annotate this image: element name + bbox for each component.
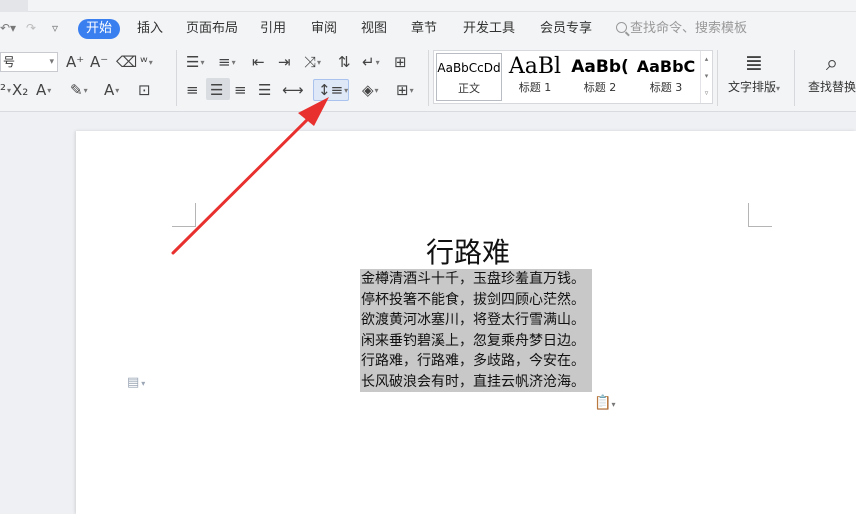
margin-corner-top-right (748, 203, 772, 227)
phonetic-guide-icon[interactable]: ʷ▾ (140, 53, 153, 72)
distributed-icon[interactable]: ⟷ (282, 81, 304, 99)
bullet-list-icon[interactable]: ☰▾ (186, 53, 204, 72)
tab-page-layout[interactable]: 页面布局 (186, 19, 238, 39)
tab-home[interactable]: 开始 (78, 19, 121, 39)
align-center-icon[interactable]: ☰ (210, 81, 223, 99)
poem-line: 欲渡黄河冰塞川，将登太行雪满山。 (361, 312, 585, 328)
justify-icon[interactable]: ☰ (258, 81, 271, 99)
align-left-icon[interactable]: ≡ (186, 81, 199, 99)
poem-line: 停杯投箸不能食，拔剑四顾心茫然。 (361, 291, 585, 308)
text-layout-icon: ≣ (744, 51, 764, 76)
text-layout-label: 文字排版 (728, 80, 777, 94)
ribbon-separator (794, 50, 795, 106)
table-icon[interactable]: ⊞ (394, 53, 407, 71)
decrease-indent-icon[interactable]: ⇤ (252, 53, 265, 71)
style-preview: AaBbC (636, 57, 696, 76)
tab-references[interactable]: 引用 (260, 19, 286, 39)
poem-line: 金樽清酒斗十千，玉盘珍羞直万钱。 (361, 271, 585, 287)
find-icon: ⌕ (825, 51, 839, 76)
shading-icon[interactable]: ◈▾ (362, 81, 379, 100)
document-outline-icon[interactable]: ▤ ▾ (127, 375, 145, 390)
styles-scroll[interactable]: ▴ ▾ ▿ (700, 51, 712, 103)
redo-icon[interactable]: ↷ (26, 21, 36, 35)
font-color-icon[interactable]: A▾ (104, 81, 119, 100)
sort-icon[interactable]: ⇅ (338, 53, 351, 71)
increase-indent-icon[interactable]: ⇥ (278, 53, 291, 71)
font-size-select[interactable]: 号 ▾ (0, 52, 58, 72)
style-heading-3[interactable]: AaBbC 标题 3 (634, 53, 698, 101)
window-top-strip (0, 0, 856, 12)
tab-sections[interactable]: 章节 (411, 19, 437, 39)
find-replace-button[interactable]: ⌕ 查找替换 (808, 50, 856, 95)
ribbon-separator (717, 50, 718, 106)
shrink-font-icon[interactable]: A⁻ (90, 53, 108, 71)
find-replace-label: 查找替换 (808, 80, 856, 94)
tab-member[interactable]: 会员专享 (540, 19, 592, 39)
title-tab-area (28, 0, 856, 12)
tab-developer[interactable]: 开发工具 (463, 19, 515, 39)
quick-access-more-icon[interactable]: ▿ (52, 21, 58, 35)
margin-corner-top-left (172, 203, 196, 227)
text-effect-icon[interactable]: A▾ (36, 81, 51, 100)
ribbon-separator (428, 50, 429, 106)
highlight-icon[interactable]: ✎▾ (70, 81, 88, 100)
styles-gallery: AaBbCcDd 正文 AaBl 标题 1 AaBb( 标题 2 AaBbC 标… (433, 50, 713, 104)
menu-bar: ↶▾ ↷ ▿ 开始 插入 页面布局 引用 审阅 视图 章节 开发工具 会员专享 … (0, 12, 856, 46)
poem-line: 行路难，行路难，多歧路，今安在。 (361, 353, 585, 369)
document-page[interactable]: 行路难 金樽清酒斗十千，玉盘珍羞直万钱。 停杯投箸不能食，拔剑四顾心茫然。 欲渡… (76, 131, 856, 514)
ribbon-separator (176, 50, 177, 106)
line-spacing-icon[interactable]: ↕≡▾ (318, 81, 348, 100)
style-heading-2[interactable]: AaBb( 标题 2 (568, 53, 632, 101)
chevron-down-icon: ▾ (776, 84, 781, 93)
numbered-list-icon[interactable]: ≡▾ (218, 53, 236, 72)
style-name: 正文 (458, 82, 480, 95)
style-preview: AaBbCcDd (437, 61, 501, 75)
selected-poem-text[interactable]: 金樽清酒斗十千，玉盘珍羞直万钱。 停杯投箸不能食，拔剑四顾心茫然。 欲渡黄河冰塞… (360, 269, 592, 392)
clear-format-icon[interactable]: ⌫ (116, 53, 137, 71)
grow-font-icon[interactable]: A⁺ (66, 53, 84, 71)
style-preview: AaBb( (571, 57, 629, 77)
undo-dropdown-icon[interactable]: ↶▾ (0, 21, 16, 35)
font-size-value: 号 (3, 55, 16, 69)
text-layout-button[interactable]: ≣ 文字排版▾ (728, 50, 780, 95)
document-title: 行路难 (426, 236, 511, 269)
style-name: 标题 1 (518, 81, 552, 94)
style-preview: AaBl (508, 54, 562, 79)
tab-review[interactable]: 审阅 (311, 19, 337, 39)
poem-line: 闲来垂钓碧溪上，忽复乘舟梦日边。 (361, 332, 585, 349)
superscript-icon[interactable]: ²▾ (0, 81, 11, 100)
char-border-icon[interactable]: ⊡ (138, 81, 151, 99)
style-heading-1[interactable]: AaBl 标题 1 (504, 53, 566, 101)
chinese-layout-icon[interactable]: ⤨▾ (304, 53, 321, 72)
style-name: 标题 2 (583, 81, 617, 94)
align-right-icon[interactable]: ≡ (234, 81, 247, 99)
tab-insert[interactable]: 插入 (137, 19, 163, 39)
chevron-down-icon: ▾ (49, 57, 54, 67)
tab-view[interactable]: 视图 (361, 19, 387, 39)
poem-line: 长风破浪会有时，直挂云帆济沧海。 (361, 373, 585, 390)
borders-icon[interactable]: ⊞▾ (396, 81, 414, 100)
ribbon-home: 号 ▾ A⁺ A⁻ ⌫ ʷ▾ ²▾ X₂ A▾ ✎▾ A▾ ⊡ ☰▾ ≡▾ ⇤ … (0, 46, 856, 112)
search-placeholder: 查找命令、搜索模板 (630, 21, 748, 36)
style-name: 标题 3 (649, 81, 683, 94)
paste-options-icon[interactable]: 📋▾ (594, 395, 615, 411)
search-icon (616, 22, 627, 33)
style-normal[interactable]: AaBbCcDd 正文 (436, 53, 502, 101)
subscript-icon[interactable]: X₂ (12, 81, 28, 99)
show-marks-icon[interactable]: ↵▾ (362, 53, 380, 72)
command-search[interactable]: 查找命令、搜索模板 (616, 19, 747, 39)
